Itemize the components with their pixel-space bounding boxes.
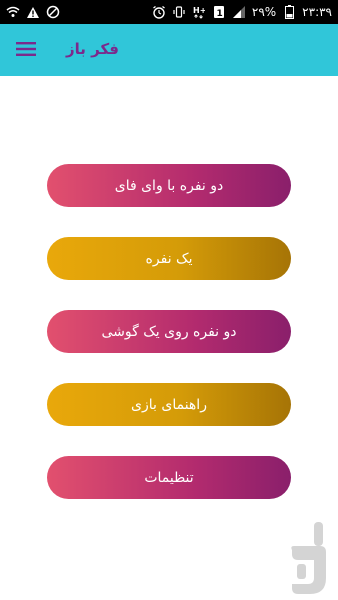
settings-button[interactable]: تنظیمات: [47, 456, 291, 499]
warning-icon: [26, 5, 40, 19]
svg-text:1: 1: [216, 9, 222, 19]
cafebazaar-logo: [284, 520, 334, 598]
hamburger-icon: [16, 41, 36, 60]
no-signal-icon: [46, 5, 60, 19]
app-title: فکر باز: [66, 40, 119, 58]
app-bar: فکر باز: [0, 24, 338, 76]
vibrate-icon: [172, 5, 186, 19]
menu-button[interactable]: [14, 38, 38, 62]
status-right: H+ 1 ۲۹% ۲۳:۳۹: [152, 5, 332, 19]
signal-icon: [232, 5, 246, 19]
status-left: [6, 5, 60, 19]
two-player-wifi-button[interactable]: دو نفره با وای فای: [47, 164, 291, 207]
status-bar: H+ 1 ۲۹% ۲۳:۳۹: [0, 0, 338, 24]
alarm-icon: [152, 5, 166, 19]
wifi-icon: [6, 5, 20, 19]
battery-icon: [282, 5, 296, 19]
game-guide-button[interactable]: راهنمای بازی: [47, 383, 291, 426]
two-player-one-phone-button[interactable]: دو نفره روی یک گوشی: [47, 310, 291, 353]
single-player-button[interactable]: یک نفره: [47, 237, 291, 280]
sim-icon: 1: [212, 5, 226, 19]
h-plus-icon: H+: [192, 5, 206, 19]
battery-percent: ۲۹%: [251, 5, 277, 19]
svg-text:H+: H+: [193, 6, 205, 15]
clock: ۲۳:۳۹: [302, 5, 332, 19]
